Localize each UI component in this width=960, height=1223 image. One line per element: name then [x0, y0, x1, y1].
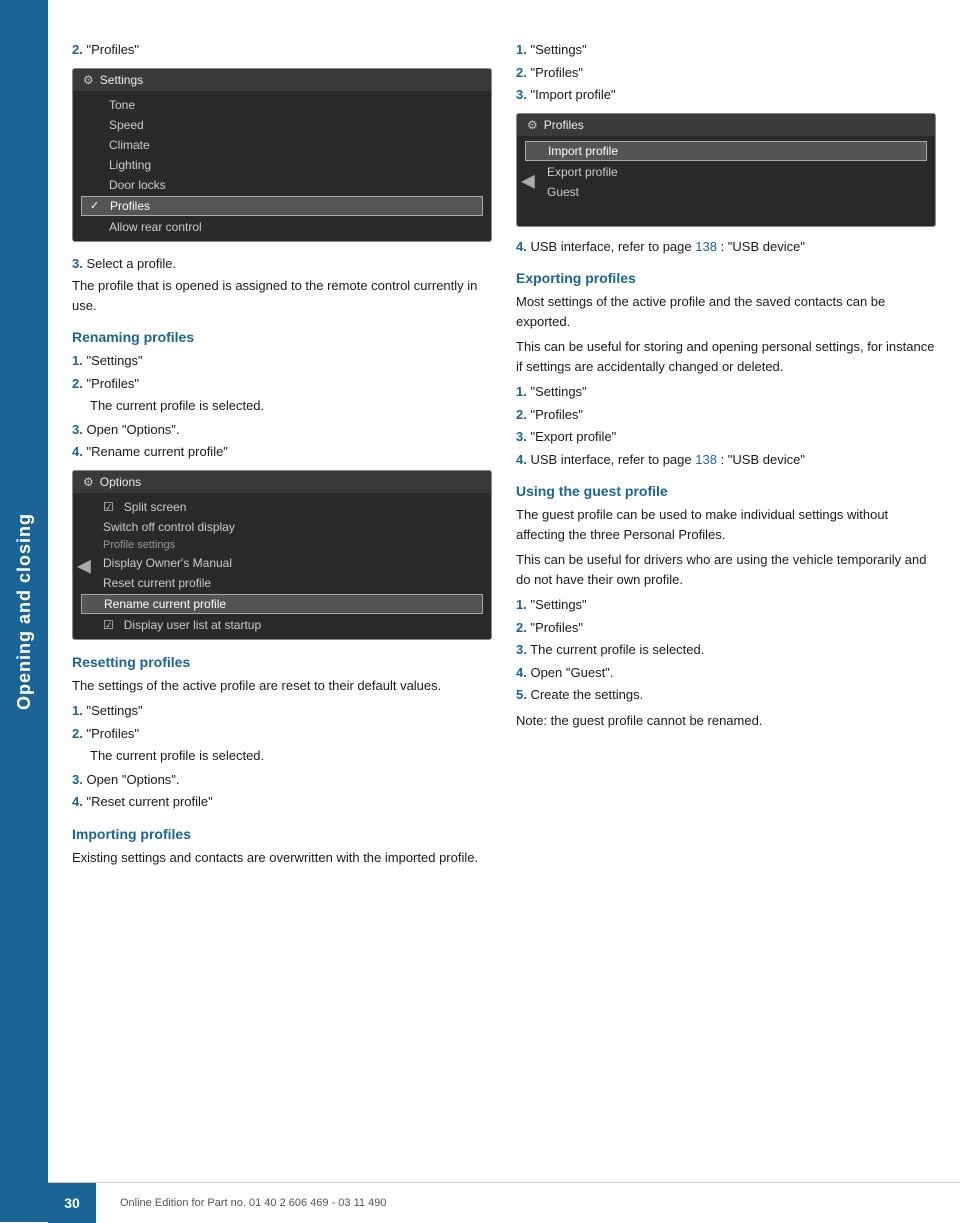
guest-step-2: 2. "Profiles"	[516, 618, 936, 638]
sidebar-label: Opening and closing	[14, 512, 35, 709]
resetting-step-3: 3. Open "Options".	[72, 770, 492, 790]
profiles-body: ◀ Import profile Export profile Guest	[517, 136, 935, 226]
import-step-2: 2. "Profiles"	[516, 63, 936, 83]
sidebar-bar: Opening and closing	[0, 0, 48, 1222]
step-2-num: 2.	[72, 42, 83, 57]
renaming-step-2: 2. "Profiles"	[72, 374, 492, 394]
page-number: 30	[48, 1183, 96, 1223]
main-content: 2. "Profiles" ⚙ Settings Tone Speed	[48, 0, 960, 913]
renaming-step-1: 1. "Settings"	[72, 351, 492, 371]
guest-step-1: 1. "Settings"	[516, 595, 936, 615]
exporting-heading: Exporting profiles	[516, 270, 936, 286]
import-step-1: 1. "Settings"	[516, 40, 936, 60]
resetting-step-4: 4. "Reset current profile"	[72, 792, 492, 812]
right-column: 1. "Settings" 2. "Profiles" 3. "Import p…	[516, 20, 936, 873]
guest-heading: Using the guest profile	[516, 483, 936, 499]
right-top-section: 1. "Settings" 2. "Profiles" 3. "Import p…	[516, 20, 936, 105]
step-3-text: Select a profile.	[86, 256, 176, 271]
settings-title: Settings	[100, 73, 143, 87]
options-item-reset: Reset current profile	[73, 573, 491, 593]
menu-item-climate: Climate	[73, 135, 491, 155]
exporting-para2: This can be useful for storing and openi…	[516, 337, 936, 376]
step-2-text: "Profiles"	[86, 42, 139, 57]
exporting-step-3: 3. "Export profile"	[516, 427, 936, 447]
profiles-title: Profiles	[544, 118, 584, 132]
footer-text: Online Edition for Part no. 01 40 2 606 …	[120, 1197, 386, 1209]
renaming-heading: Renaming profiles	[72, 329, 492, 345]
exporting-step-2: 2. "Profiles"	[516, 405, 936, 425]
importing-intro: Existing settings and contacts are overw…	[72, 848, 492, 868]
options-item-profile-settings: Profile settings	[73, 537, 491, 553]
menu-item-allow-rear: Allow rear control	[73, 217, 491, 237]
resetting-step-1: 1. "Settings"	[72, 701, 492, 721]
guest-step-4: 4. Open "Guest".	[516, 663, 936, 683]
options-item-switch: Switch off control display	[73, 517, 491, 537]
menu-item-tone: Tone	[73, 95, 491, 115]
importing-heading: Importing profiles	[72, 826, 492, 842]
import-step-4: 4. USB interface, refer to page 138 : "U…	[516, 237, 936, 257]
resetting-step-2: 2. "Profiles"	[72, 724, 492, 744]
settings-menu-body: Tone Speed Climate Lighting Door locks	[73, 91, 491, 241]
renaming-step-4: 4. "Rename current profile"	[72, 442, 492, 462]
renaming-step-3: 3. Open "Options".	[72, 420, 492, 440]
profiles-item-import: Import profile	[525, 141, 927, 161]
menu-item-speed: Speed	[73, 115, 491, 135]
profiles-nav-arrow: ◀	[521, 170, 535, 191]
options-titlebar: ⚙ Options	[73, 471, 491, 493]
guest-para1: The guest profile can be used to make in…	[516, 505, 936, 544]
profiles-titlebar: ⚙ Profiles	[517, 114, 935, 136]
options-item-rename: Rename current profile	[81, 594, 483, 614]
export-link-138[interactable]: 138	[695, 452, 717, 467]
options-gear-icon: ⚙	[83, 475, 94, 489]
guest-para2: This can be useful for drivers who are u…	[516, 550, 936, 589]
intro-step: 2. "Profiles"	[72, 20, 492, 60]
menu-item-doorlocks: Door locks	[73, 175, 491, 195]
options-screenshot: ⚙ Options ◀ Split screen Switch off cont…	[72, 470, 492, 640]
options-body: ◀ Split screen Switch off control displa…	[73, 493, 491, 639]
import-link-138[interactable]: 138	[695, 239, 717, 254]
settings-screenshot: ⚙ Settings Tone Speed Climate	[72, 68, 492, 242]
renaming-indent: The current profile is selected.	[90, 396, 492, 416]
profile-note: The profile that is opened is assigned t…	[72, 276, 492, 315]
menu-item-lighting: Lighting	[73, 155, 491, 175]
page-footer: 30 Online Edition for Part no. 01 40 2 6…	[48, 1182, 960, 1222]
guest-step-3: 3. The current profile is selected.	[516, 640, 936, 660]
options-title: Options	[100, 475, 141, 489]
resetting-intro: The settings of the active profile are r…	[72, 676, 492, 696]
exporting-step-4: 4. USB interface, refer to page 138 : "U…	[516, 450, 936, 470]
profiles-screenshot: ⚙ Profiles ◀ Import profile Export profi…	[516, 113, 936, 227]
options-item-split: Split screen	[73, 497, 491, 517]
nav-arrow-left-icon: ◀	[77, 555, 91, 576]
import-step-3: 3. "Import profile"	[516, 85, 936, 105]
exporting-para1: Most settings of the active profile and …	[516, 292, 936, 331]
options-item-display-manual: Display Owner's Manual	[73, 553, 491, 573]
resetting-indent: The current profile is selected.	[90, 746, 492, 766]
profiles-icon: ⚙	[527, 118, 538, 132]
settings-titlebar: ⚙ Settings	[73, 69, 491, 91]
guest-note: Note: the guest profile cannot be rename…	[516, 711, 936, 731]
menu-item-profiles: ✓ Profiles	[81, 196, 483, 216]
step-2-profiles: 2. "Profiles"	[72, 40, 492, 60]
left-column: 2. "Profiles" ⚙ Settings Tone Speed	[72, 20, 492, 873]
guest-step-5: 5. Create the settings.	[516, 685, 936, 705]
resetting-heading: Resetting profiles	[72, 654, 492, 670]
profiles-item-guest: Guest	[517, 182, 935, 202]
profiles-item-export: Export profile	[517, 162, 935, 182]
exporting-step-1: 1. "Settings"	[516, 382, 936, 402]
gear-icon: ⚙	[83, 73, 94, 87]
step-3-num: 3.	[72, 256, 83, 271]
step-3: 3. Select a profile.	[72, 254, 492, 274]
options-item-display-user: Display user list at startup	[73, 615, 491, 635]
